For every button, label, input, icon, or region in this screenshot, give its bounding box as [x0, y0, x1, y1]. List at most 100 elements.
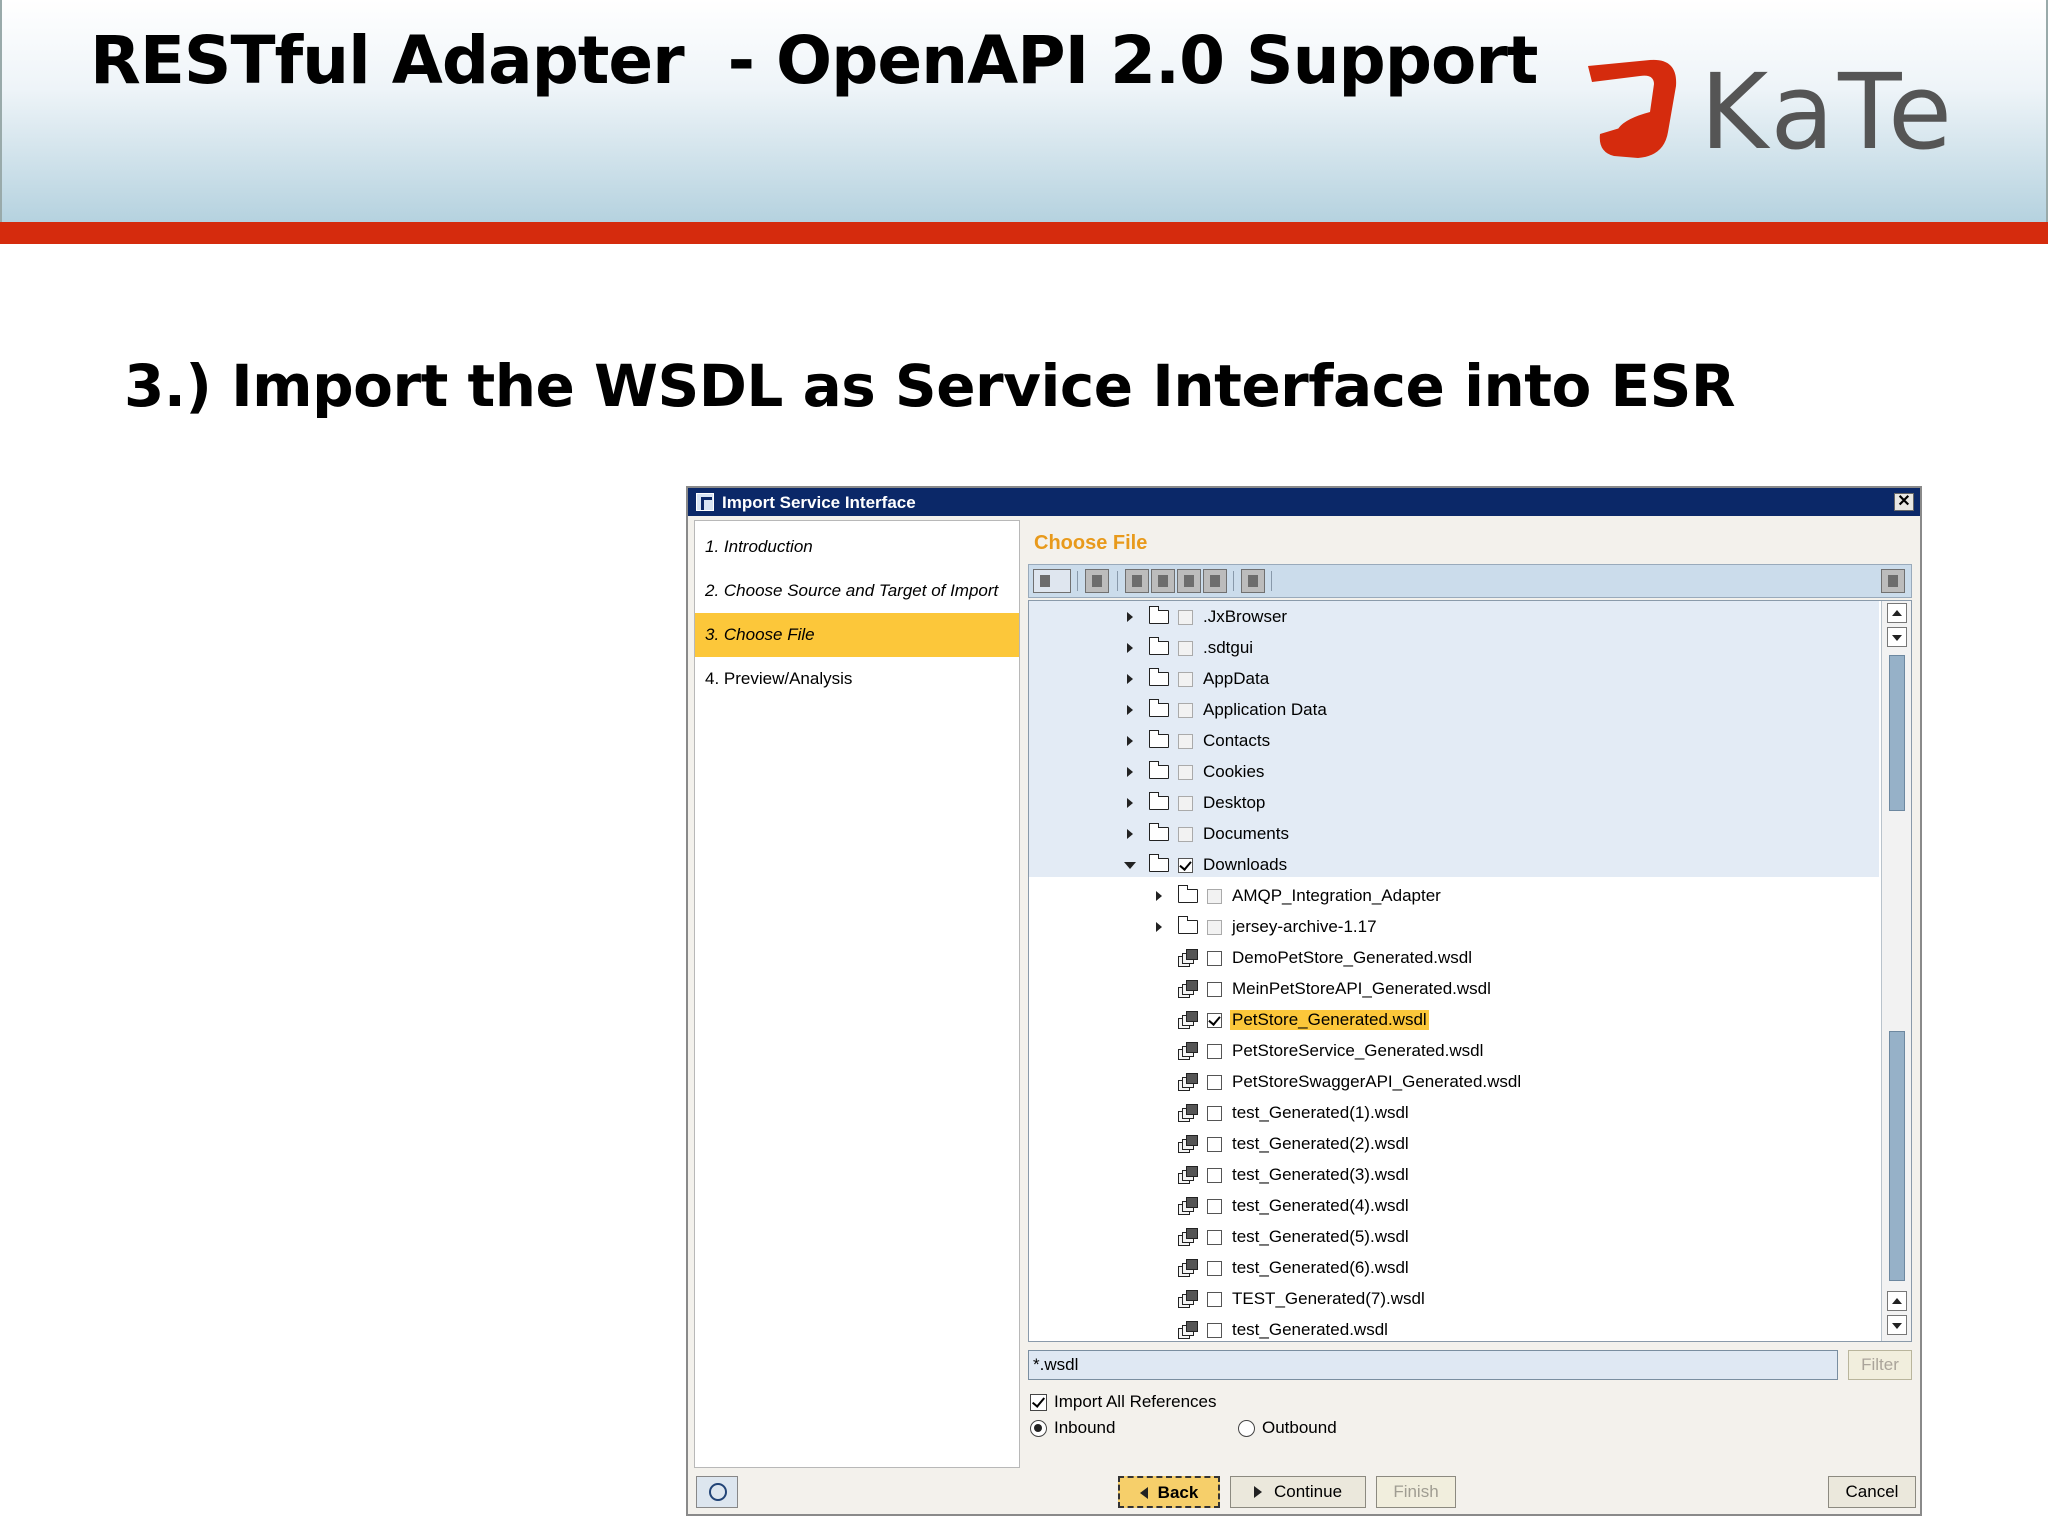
file-tree[interactable]: .JxBrowser .sdtgui AppData Application Data… — [1028, 600, 1912, 1342]
tree-item-checkbox[interactable] — [1178, 827, 1193, 842]
step-choose-file[interactable]: 3. Choose File — [695, 613, 1019, 657]
tree-item-label[interactable]: test_Generated(5).wsdl — [1232, 1227, 1409, 1247]
tree-file-row[interactable]: test_Generated.wsdl — [1029, 1315, 1879, 1341]
cancel-button[interactable]: Cancel — [1828, 1476, 1916, 1508]
expand-tree-icon[interactable] — [1125, 569, 1149, 593]
tree-folder-row[interactable]: AppData — [1029, 664, 1879, 695]
scroll-thumb[interactable] — [1889, 655, 1905, 811]
inbound-radio[interactable] — [1030, 1420, 1047, 1437]
tree-item-label[interactable]: Application Data — [1203, 700, 1327, 720]
tree-item-label[interactable]: .sdtgui — [1203, 638, 1253, 658]
tree-file-row[interactable]: test_Generated(4).wsdl — [1029, 1191, 1879, 1222]
move-down-icon[interactable] — [1177, 569, 1201, 593]
tree-item-label[interactable]: AppData — [1203, 669, 1269, 689]
tree-file-row[interactable]: PetStoreSwaggerAPI_Generated.wsdl — [1029, 1067, 1879, 1098]
tree-item-label[interactable]: test_Generated(6).wsdl — [1232, 1258, 1409, 1278]
tree-folder-row[interactable]: Contacts — [1029, 726, 1879, 757]
scroll-down-icon[interactable] — [1887, 627, 1907, 647]
tree-item-checkbox[interactable] — [1207, 920, 1222, 935]
step-preview-analysis[interactable]: 4. Preview/Analysis — [695, 657, 1019, 701]
tree-file-row[interactable]: test_Generated(2).wsdl — [1029, 1129, 1879, 1160]
tree-item-label[interactable]: TEST_Generated(7).wsdl — [1232, 1289, 1425, 1309]
scroll-up-icon[interactable] — [1887, 603, 1907, 623]
tree-item-label[interactable]: test_Generated(2).wsdl — [1232, 1134, 1409, 1154]
tree-item-checkbox[interactable] — [1178, 703, 1193, 718]
tree-file-row[interactable]: MeinPetStoreAPI_Generated.wsdl — [1029, 974, 1879, 1005]
tree-item-label[interactable]: Downloads — [1203, 855, 1287, 875]
tree-item-label[interactable]: AMQP_Integration_Adapter — [1232, 886, 1441, 906]
tree-item-label[interactable]: .JxBrowser — [1203, 607, 1287, 627]
filter-button[interactable]: Filter — [1848, 1350, 1912, 1380]
back-button[interactable]: Back — [1118, 1476, 1220, 1508]
tree-item-label[interactable]: PetStoreSwaggerAPI_Generated.wsdl — [1232, 1072, 1521, 1092]
tree-item-label[interactable]: Desktop — [1203, 793, 1265, 813]
finish-button[interactable]: Finish — [1376, 1476, 1456, 1508]
tree-item-label[interactable]: test_Generated(4).wsdl — [1232, 1196, 1409, 1216]
expand-arrow-icon[interactable] — [1156, 922, 1162, 932]
expand-arrow-icon[interactable] — [1127, 829, 1133, 839]
tree-item-checkbox[interactable] — [1207, 1199, 1222, 1214]
tree-file-row[interactable]: TEST_Generated(7).wsdl — [1029, 1284, 1879, 1315]
tree-file-row[interactable]: DemoPetStore_Generated.wsdl — [1029, 943, 1879, 974]
collapse-tree-icon[interactable] — [1151, 569, 1175, 593]
tree-item-label[interactable]: Documents — [1203, 824, 1289, 844]
tree-item-checkbox[interactable] — [1207, 1292, 1222, 1307]
expand-arrow-icon[interactable] — [1127, 643, 1133, 653]
expand-arrow-icon[interactable] — [1127, 674, 1133, 684]
tree-item-checkbox[interactable] — [1207, 951, 1222, 966]
tree-file-row[interactable]: test_Generated(1).wsdl — [1029, 1098, 1879, 1129]
tree-item-checkbox[interactable] — [1178, 734, 1193, 749]
tree-item-checkbox[interactable] — [1207, 1106, 1222, 1121]
tree-item-checkbox[interactable] — [1178, 765, 1193, 780]
tree-item-checkbox[interactable] — [1207, 1168, 1222, 1183]
filter-funnel-icon[interactable] — [1241, 569, 1265, 593]
filter-input[interactable] — [1028, 1350, 1838, 1380]
tree-scrollbar[interactable] — [1881, 601, 1911, 1341]
import-all-references-checkbox[interactable] — [1030, 1394, 1047, 1411]
tree-folder-row[interactable]: .JxBrowser — [1029, 602, 1879, 633]
tree-file-row[interactable]: test_Generated(3).wsdl — [1029, 1160, 1879, 1191]
tree-item-label[interactable]: test_Generated(1).wsdl — [1232, 1103, 1409, 1123]
dialog-titlebar[interactable]: Import Service Interface ✕ — [688, 488, 1920, 516]
tree-folder-row[interactable]: Cookies — [1029, 757, 1879, 788]
tree-item-label[interactable]: Contacts — [1203, 731, 1270, 751]
tree-item-checkbox[interactable] — [1207, 1230, 1222, 1245]
scroll-thumb-lower[interactable] — [1889, 1031, 1905, 1281]
outbound-radio[interactable] — [1238, 1420, 1255, 1437]
continue-button[interactable]: Continue — [1230, 1476, 1366, 1508]
collapse-arrow-icon[interactable] — [1124, 862, 1136, 869]
tree-folder-row[interactable]: Application Data — [1029, 695, 1879, 726]
scroll-down-icon[interactable] — [1887, 1315, 1907, 1335]
step-introduction[interactable]: 1. Introduction — [695, 525, 1019, 569]
tree-item-checkbox[interactable] — [1207, 1261, 1222, 1276]
tree-item-checkbox[interactable] — [1207, 1013, 1222, 1028]
tree-item-checkbox[interactable] — [1207, 1137, 1222, 1152]
tree-folder-row[interactable]: .sdtgui — [1029, 633, 1879, 664]
tree-item-checkbox[interactable] — [1178, 858, 1193, 873]
refresh-dropdown-icon[interactable] — [1033, 569, 1071, 593]
tree-item-label[interactable]: test_Generated.wsdl — [1232, 1320, 1388, 1340]
toolbar-settings-icon[interactable] — [1881, 569, 1905, 593]
tree-item-checkbox[interactable] — [1207, 889, 1222, 904]
expand-arrow-icon[interactable] — [1127, 798, 1133, 808]
close-button[interactable]: ✕ — [1894, 493, 1914, 511]
tree-item-label[interactable]: Cookies — [1203, 762, 1264, 782]
expand-arrow-icon[interactable] — [1156, 891, 1162, 901]
search-binoculars-icon[interactable] — [1085, 569, 1109, 593]
tree-item-label[interactable]: DemoPetStore_Generated.wsdl — [1232, 948, 1472, 968]
step-choose-source[interactable]: 2. Choose Source and Target of Import — [695, 569, 1019, 613]
tree-file-row[interactable]: PetStore_Generated.wsdl — [1029, 1005, 1879, 1036]
scroll-up-icon[interactable] — [1887, 1291, 1907, 1311]
tree-folder-row[interactable]: Desktop — [1029, 788, 1879, 819]
tree-item-label[interactable]: MeinPetStoreAPI_Generated.wsdl — [1232, 979, 1491, 999]
tree-item-checkbox[interactable] — [1178, 641, 1193, 656]
tree-folder-row[interactable]: Documents — [1029, 819, 1879, 850]
tree-file-row[interactable]: PetStoreService_Generated.wsdl — [1029, 1036, 1879, 1067]
move-up-icon[interactable] — [1203, 569, 1227, 593]
tree-item-checkbox[interactable] — [1207, 982, 1222, 997]
tree-item-checkbox[interactable] — [1178, 672, 1193, 687]
tree-file-row[interactable]: test_Generated(6).wsdl — [1029, 1253, 1879, 1284]
tree-item-label[interactable]: jersey-archive-1.17 — [1232, 917, 1377, 937]
expand-arrow-icon[interactable] — [1127, 736, 1133, 746]
help-search-icon[interactable] — [696, 1476, 738, 1508]
